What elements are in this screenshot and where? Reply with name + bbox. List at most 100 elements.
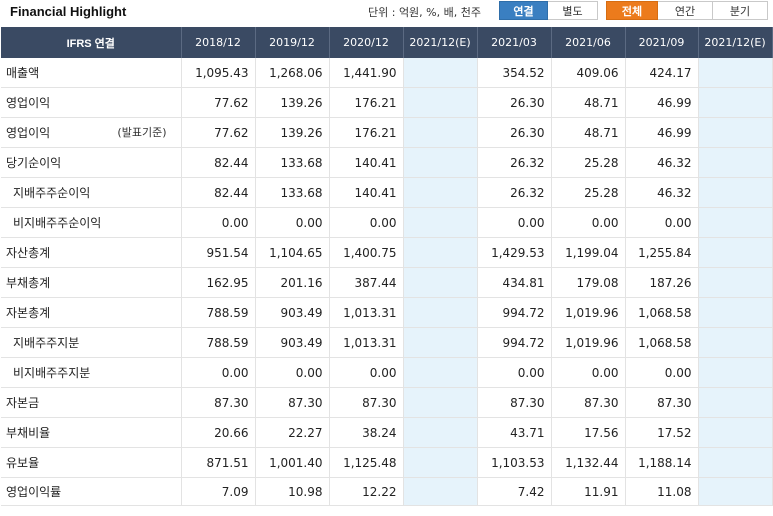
value-cell: 0.00 [329,207,404,238]
row-label-cell[interactable]: 영업이익 (발표기준) [1,117,182,148]
value-cell [698,177,773,208]
value-cell: 162.95 [181,267,256,298]
value-cell: 0.00 [477,207,552,238]
value-cell [698,117,773,148]
value-cell [403,147,478,178]
table-row: 지배주주순이익 82.44 133.68 140.41 26.32 25.28 46.32 [1,177,773,208]
row-label: 부채총계 [6,276,51,290]
quarterly-button[interactable]: 분기 [713,1,768,20]
value-cell: 1,441.90 [329,58,404,88]
value-cell [698,87,773,118]
corner-header: IFRS 연결 [1,27,182,58]
row-label-cell[interactable]: 매출액 [1,58,182,88]
row-label: 지배주주순이익 [13,186,91,200]
row-label: 부채비율 [6,426,51,440]
row-label-cell[interactable]: 자산총계 [1,237,182,268]
value-cell: 82.44 [181,147,256,178]
value-cell: 354.52 [477,58,552,88]
table-row: 영업이익 77.62 139.26 176.21 26.30 48.71 46.99 [1,87,773,118]
value-cell: 1,019.96 [551,297,626,328]
value-cell: 187.26 [625,267,699,298]
table-row: 부채총계 162.95 201.16 387.44 434.81 179.08 187.26 [1,267,773,298]
table-row: 지배주주지분 788.59 903.49 1,013.31 994.72 1,019.96… [1,327,773,358]
top-bar: Financial Highlight 단위 : 억원, %, 배, 천주 연결… [0,0,773,27]
value-cell: 176.21 [329,117,404,148]
value-cell: 994.72 [477,297,552,328]
financial-highlight-table: IFRS 연결 2018/12 2019/12 2020/12 2021/12(… [1,27,773,506]
value-cell: 0.00 [255,357,330,388]
row-label-cell[interactable]: 당기순이익 [1,147,182,178]
value-cell [403,477,478,506]
row-note: (발표기준) [117,126,167,139]
value-cell [403,417,478,448]
consolidated-button[interactable]: 연결 [499,1,548,20]
table-row: 자산총계 951.54 1,104.65 1,400.75 1,429.53 1,199.… [1,237,773,268]
value-cell: 48.71 [551,117,626,148]
value-cell: 10.98 [255,477,330,506]
value-cell [698,147,773,178]
row-label: 비지배주주지분 [13,366,91,380]
value-cell [698,327,773,358]
row-label: 자본총계 [6,306,51,320]
value-cell: 133.68 [255,177,330,208]
value-cell [698,477,773,506]
value-cell [403,267,478,298]
value-cell: 46.32 [625,177,699,208]
row-label-cell[interactable]: 지배주주지분 [1,327,182,358]
table-row: 매출액 1,095.43 1,268.06 1,441.90 354.52 409.06 4… [1,58,773,88]
value-cell: 46.99 [625,87,699,118]
row-label: 자본금 [6,396,40,410]
value-cell: 0.00 [181,357,256,388]
table-row: 부채비율 20.66 22.27 38.24 43.71 17.56 17.52 [1,417,773,448]
period-toggle: 전체 연간 분기 [606,1,768,20]
row-label-cell[interactable]: 부채비율 [1,417,182,448]
row-label-cell[interactable]: 자본금 [1,387,182,418]
value-cell [698,237,773,268]
value-cell: 1,125.48 [329,447,404,478]
value-cell: 87.30 [329,387,404,418]
value-cell: 951.54 [181,237,256,268]
annual-button[interactable]: 연간 [658,1,713,20]
value-cell [698,207,773,238]
value-cell: 1,068.58 [625,327,699,358]
row-label-cell[interactable]: 영업이익률 [1,477,182,506]
value-cell [403,117,478,148]
column-header: 2020/12 [329,27,404,58]
value-cell: 12.22 [329,477,404,506]
row-label-cell[interactable]: 부채총계 [1,267,182,298]
value-cell: 140.41 [329,147,404,178]
row-label-cell[interactable]: 자본총계 [1,297,182,328]
value-cell [698,387,773,418]
section-title: Financial Highlight [10,4,127,19]
value-cell: 409.06 [551,58,626,88]
value-cell [403,327,478,358]
value-cell: 0.00 [625,357,699,388]
value-cell: 1,001.40 [255,447,330,478]
table-row: 자본총계 788.59 903.49 1,013.31 994.72 1,019.96 1,… [1,297,773,328]
row-label: 영업이익 [6,96,51,110]
row-label-cell[interactable]: 비지배주주지분 [1,357,182,388]
value-cell: 87.30 [181,387,256,418]
value-cell: 1,104.65 [255,237,330,268]
column-header: 2019/12 [255,27,330,58]
value-cell: 1,068.58 [625,297,699,328]
value-cell: 139.26 [255,87,330,118]
value-cell: 387.44 [329,267,404,298]
value-cell: 22.27 [255,417,330,448]
row-label-cell[interactable]: 영업이익 [1,87,182,118]
table-row: 당기순이익 82.44 133.68 140.41 26.32 25.28 46.32 [1,147,773,178]
row-label-cell[interactable]: 유보율 [1,447,182,478]
value-cell: 0.00 [181,207,256,238]
separate-button[interactable]: 별도 [548,1,598,20]
value-cell: 788.59 [181,297,256,328]
table-row: 자본금 87.30 87.30 87.30 87.30 87.30 87.30 [1,387,773,418]
row-label-cell[interactable]: 지배주주순이익 [1,177,182,208]
table-row: 비지배주주순이익 0.00 0.00 0.00 0.00 0.00 0.00 [1,207,773,238]
table-row: 비지배주주지분 0.00 0.00 0.00 0.00 0.00 0.00 [1,357,773,388]
value-cell: 20.66 [181,417,256,448]
all-period-button[interactable]: 전체 [606,1,658,20]
table-header-row: IFRS 연결 2018/12 2019/12 2020/12 2021/12(… [1,27,773,58]
value-cell: 87.30 [255,387,330,418]
row-label-cell[interactable]: 비지배주주순이익 [1,207,182,238]
consolidation-toggle: 연결 별도 [499,1,598,20]
